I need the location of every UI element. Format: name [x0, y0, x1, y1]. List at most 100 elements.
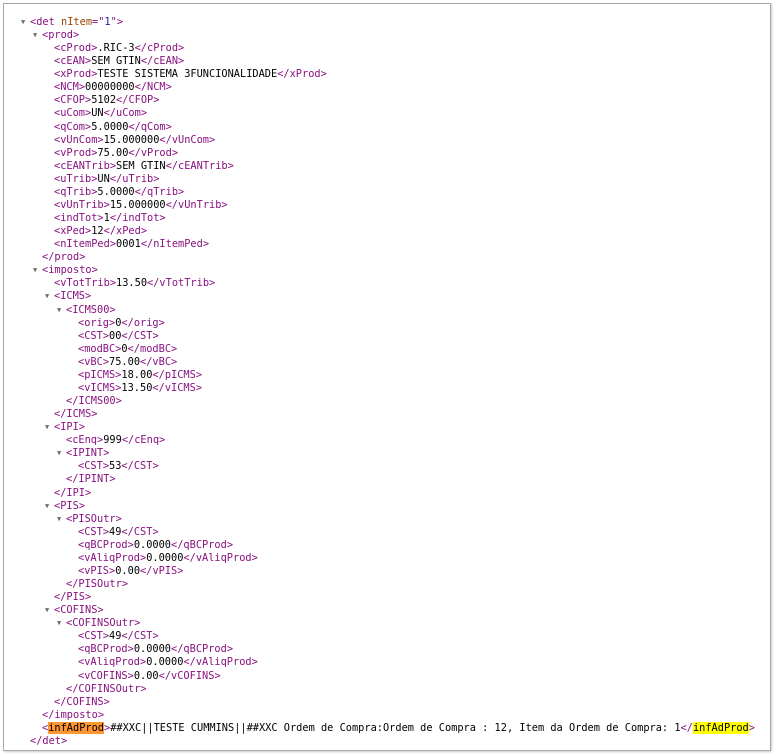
xml-markup: </COFINSOutr>: [66, 683, 147, 695]
bracket: >: [140, 107, 148, 120]
xml-markup: <qBCProd>: [78, 539, 134, 551]
tag-name: vUnTrib: [178, 198, 222, 211]
element-text: 49: [109, 525, 122, 538]
tag-name: cEANTrib: [60, 159, 110, 172]
xml-line-close-ICMS: </ICMS>: [54, 408, 97, 421]
collapse-triangle-icon[interactable]: ▼: [21, 16, 29, 29]
bracket: >: [109, 303, 116, 316]
bracket: </: [147, 277, 160, 290]
closing-tag: </infAdProd>: [680, 721, 755, 734]
collapse-triangle-icon[interactable]: ▼: [45, 290, 53, 303]
bracket: </: [116, 94, 129, 107]
collapse-triangle-icon[interactable]: ▼: [57, 447, 65, 460]
tag-name: cEANTrib: [178, 159, 228, 172]
xml-markup: <imposto>: [42, 264, 98, 276]
bracket: >: [152, 525, 159, 538]
closing-tag: </cEANTrib>: [166, 160, 234, 172]
xml-line-open-IPI: ▼ <IPI>: [45, 421, 86, 434]
tag-name: qBCProd: [84, 643, 128, 656]
element-text: 0.00: [115, 564, 141, 577]
tag-name: COFINS: [60, 604, 98, 617]
bracket: >: [103, 447, 110, 460]
xml-markup: <xPed>: [54, 225, 91, 237]
tag-name: COFINS: [66, 695, 104, 708]
bracket: </: [54, 591, 67, 604]
xml-line-close-ICMS00: </ICMS00>: [66, 395, 122, 408]
xml-line-open-COFINS: ▼ <COFINS>: [45, 604, 104, 617]
element-text: 15.000000: [109, 198, 166, 211]
bracket: >: [152, 630, 159, 643]
xml-line-open-IPINT: ▼ <IPINT>: [57, 447, 110, 460]
xml-line-open-PIS: ▼ <PIS>: [45, 500, 85, 513]
element-text: TESTE SISTEMA 3FUNCIONALIDADE: [97, 68, 278, 81]
xml-line-leaf-qCom: <qCom>5.0000</qCom>: [54, 121, 172, 134]
bracket: </: [121, 434, 135, 447]
collapse-triangle-icon[interactable]: ▼: [33, 264, 41, 277]
tag-name: qTrib: [147, 185, 179, 198]
bracket: </: [134, 42, 148, 55]
tag-name: ICMS: [60, 290, 86, 303]
xml-line-leaf-cProd: <cProd>.RIC-3</cProd>: [54, 42, 184, 55]
element-text: 75.00: [97, 146, 129, 159]
xml-markup: <vAliqProd>: [78, 656, 146, 668]
collapse-triangle-icon[interactable]: ▼: [45, 421, 53, 434]
bracket: </: [680, 721, 693, 734]
bracket: >: [226, 538, 234, 551]
bracket: >: [85, 290, 92, 303]
tag-name: xPed: [60, 225, 86, 238]
element-text: UN: [91, 107, 104, 120]
xml-markup: <COFINSOutr>: [66, 617, 140, 629]
element-text: .RIC-3: [97, 42, 135, 55]
xml-line-close-det: </det>: [30, 735, 67, 748]
tag-name: pICMS: [164, 368, 196, 381]
closing-tag: </CFOP>: [116, 94, 159, 106]
collapse-triangle-icon[interactable]: ▼: [45, 500, 53, 513]
closing-tag: </vProd>: [128, 147, 178, 159]
tag-name: NCM: [147, 81, 166, 94]
tag-name: qCom: [60, 120, 86, 133]
bracket: >: [140, 682, 147, 695]
xml-markup: <uTrib>: [54, 173, 97, 185]
element-text: SEM GTIN: [116, 159, 166, 172]
tag-name: vICMS: [84, 381, 116, 394]
xml-line-leaf-qTrib: <qTrib>5.0000</qTrib>: [54, 186, 184, 199]
xml-markup: <cEAN>: [54, 55, 91, 67]
bracket: </: [171, 643, 184, 656]
tag-name: orig: [133, 316, 159, 329]
xml-markup: <ICMS>: [54, 290, 91, 302]
bracket: >: [226, 643, 234, 656]
collapse-triangle-icon[interactable]: ▼: [45, 604, 53, 617]
collapse-triangle-icon[interactable]: ▼: [33, 29, 41, 42]
bracket: </: [158, 669, 172, 682]
bracket: </: [42, 708, 55, 721]
bracket: >: [177, 564, 184, 577]
xml-line-leaf-CST: <CST>49</CST>: [78, 630, 159, 643]
collapse-triangle-icon[interactable]: ▼: [57, 513, 65, 526]
tag-name: det: [36, 16, 55, 28]
xml-line-leaf-modBC: <modBC>0</modBC>: [78, 343, 177, 356]
tag-name: vBC: [152, 355, 172, 368]
collapse-triangle-icon[interactable]: ▼: [57, 304, 65, 317]
xml-line-leaf-nItemPed: <nItemPed>0001</nItemPed>: [54, 238, 209, 251]
bracket: >: [171, 355, 178, 368]
xml-line-open-ICMS00: ▼ <ICMS00>: [57, 303, 116, 317]
closing-tag: </CST>: [121, 330, 158, 342]
xml-markup: <xProd>: [54, 68, 97, 80]
element-text: 53: [109, 460, 122, 473]
bracket: >: [195, 381, 203, 394]
xml-markup: <vProd>: [54, 147, 97, 159]
collapse-triangle-icon[interactable]: ▼: [57, 617, 65, 630]
closing-tag: </CST>: [121, 460, 158, 472]
bracket: >: [78, 421, 86, 434]
tag-name: PIS: [66, 591, 86, 604]
xml-line-leaf-vBC: <vBC>75.00</vBC>: [78, 356, 177, 369]
xml-line-leaf-uCom: <uCom>UN</uCom>: [54, 107, 147, 120]
tag-name: qBCProd: [183, 538, 227, 551]
xml-markup: <PIS>: [54, 500, 85, 512]
xml-markup: <CFOP>: [54, 94, 91, 106]
xml-markup: </ICMS00>: [66, 395, 122, 407]
tag-name: qBCProd: [183, 643, 227, 656]
closing-tag: </vAliqProd>: [183, 552, 257, 564]
xml-line-leaf-orig: <orig>0</orig>: [78, 317, 165, 330]
closing-tag: </CST>: [121, 630, 158, 642]
